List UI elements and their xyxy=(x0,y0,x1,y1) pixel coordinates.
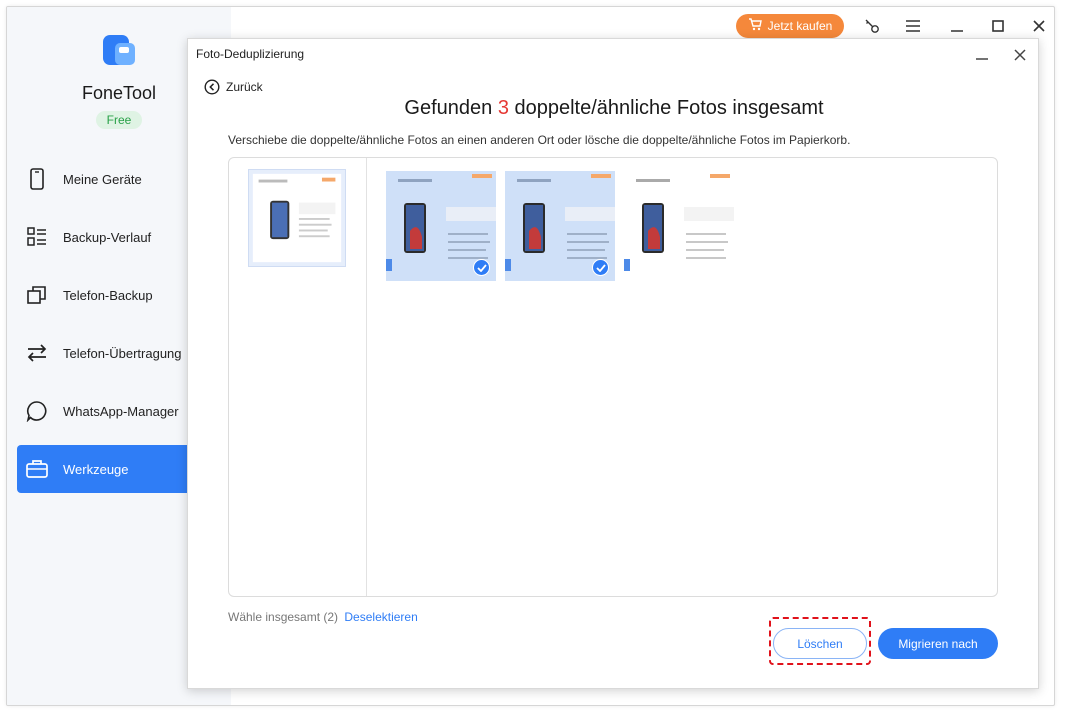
back-label: Zurück xyxy=(226,80,263,94)
buy-now-label: Jetzt kaufen xyxy=(767,19,833,33)
migrate-button[interactable]: Migrieren nach xyxy=(878,628,998,659)
deselect-link[interactable]: Deselektieren xyxy=(344,610,417,624)
cart-icon xyxy=(748,18,762,34)
copy-icon xyxy=(25,283,49,307)
selection-count: Wähle insgesamt (2) xyxy=(228,610,339,624)
toolbox-icon xyxy=(25,457,49,481)
heading-prefix: Gefunden xyxy=(404,97,493,119)
delete-button[interactable]: Löschen xyxy=(773,628,867,659)
list-icon xyxy=(25,225,49,249)
duplicate-photo-2[interactable] xyxy=(505,171,615,281)
dialog-title: Foto-Deduplizierung xyxy=(196,47,305,61)
dialog-minimize-icon[interactable] xyxy=(972,45,992,65)
photo-dedup-dialog: Foto-Deduplizierung Zurück Gefunden 3 do… xyxy=(187,38,1039,689)
screenshot-thumbnail xyxy=(252,173,342,263)
menu-icon[interactable] xyxy=(902,15,924,37)
buy-now-button[interactable]: Jetzt kaufen xyxy=(736,14,844,38)
chat-icon xyxy=(25,399,49,423)
sidebar-item-label: Meine Geräte xyxy=(63,171,142,187)
description: Verschiebe die doppelte/ähnliche Fotos a… xyxy=(228,133,851,147)
duplicate-photo-3[interactable] xyxy=(624,171,734,281)
selection-summary: Wähle insgesamt (2) Deselektieren xyxy=(228,610,418,624)
plan-badge: Free xyxy=(96,111,142,129)
screenshot-thumbnail xyxy=(624,171,734,281)
minimize-icon[interactable] xyxy=(946,15,968,37)
close-icon[interactable] xyxy=(1028,15,1050,37)
heading-suffix: doppelte/ähnliche Fotos insgesamt xyxy=(514,97,824,119)
back-button[interactable]: Zurück xyxy=(204,79,263,95)
sidebar-item-label: Telefon-Übertragung xyxy=(63,345,182,361)
duplicate-count: 3 xyxy=(497,97,509,119)
key-icon[interactable] xyxy=(861,15,883,37)
maximize-icon[interactable] xyxy=(987,15,1009,37)
duplicates-panel xyxy=(228,157,998,597)
page-title: Gefunden 3 doppelte/ähnliche Fotos insge… xyxy=(188,97,1040,120)
back-arrow-icon xyxy=(204,79,220,95)
sidebar-item-label: WhatsApp-Manager xyxy=(63,403,179,419)
selected-check-icon xyxy=(473,259,490,276)
sidebar-item-label: Backup-Verlauf xyxy=(63,229,152,245)
transfer-icon xyxy=(25,341,49,365)
sidebar-item-label: Telefon-Backup xyxy=(63,287,153,303)
selected-check-icon xyxy=(592,259,609,276)
fonetool-logo-icon xyxy=(103,35,135,65)
phone-icon xyxy=(25,167,49,191)
dialog-close-icon[interactable] xyxy=(1010,45,1030,65)
duplicate-photo-1[interactable] xyxy=(386,171,496,281)
sidebar-item-label: Werkzeuge xyxy=(63,461,129,477)
group-list xyxy=(229,158,367,596)
duplicate-group-thumbnail[interactable] xyxy=(248,169,346,267)
